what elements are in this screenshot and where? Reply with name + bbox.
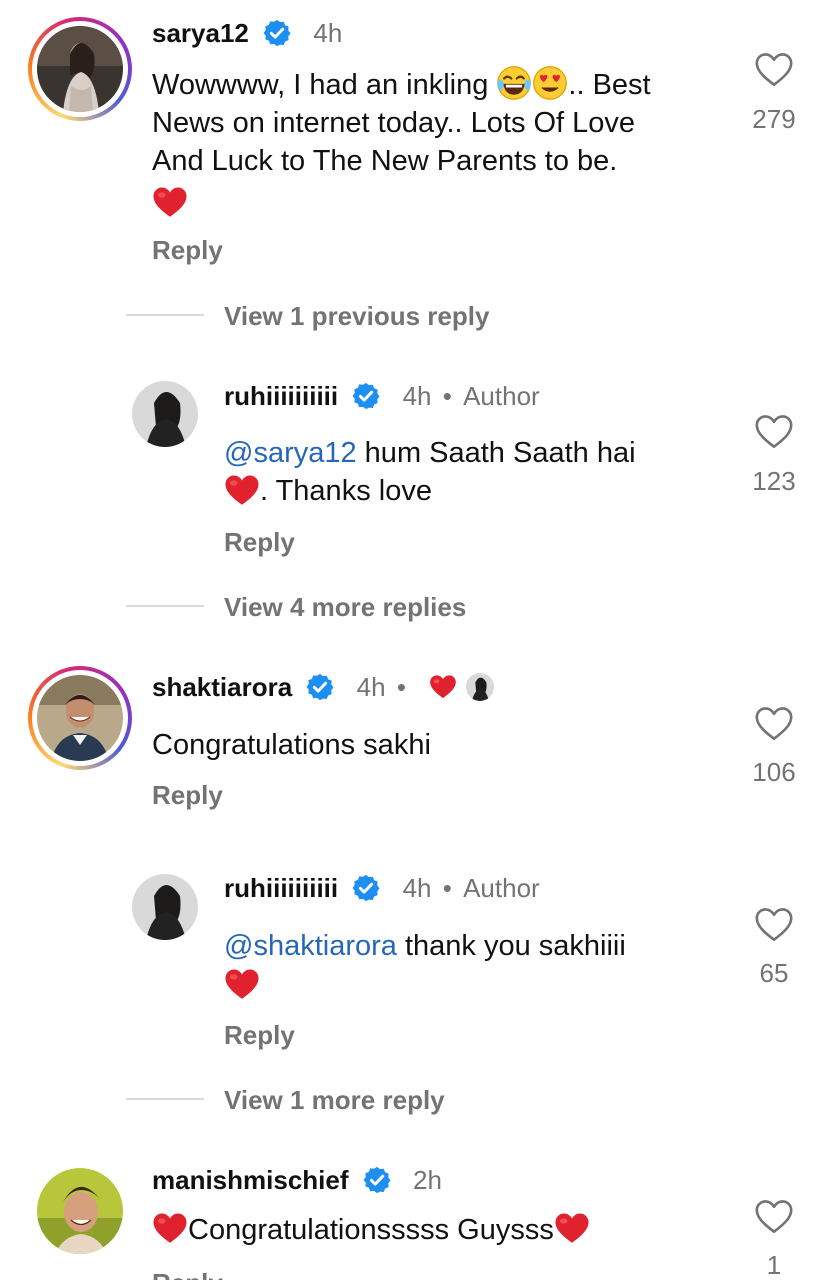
avatar[interactable] bbox=[37, 26, 123, 112]
comment-time: 2h bbox=[412, 1165, 442, 1195]
verified-badge-icon bbox=[351, 381, 381, 411]
avatar[interactable] bbox=[132, 381, 198, 447]
like-heart-icon[interactable] bbox=[754, 414, 794, 450]
avatar[interactable] bbox=[37, 675, 123, 761]
separator-dot: • bbox=[442, 381, 452, 411]
verified-badge-icon bbox=[262, 18, 292, 48]
reply-button[interactable]: Reply bbox=[152, 1268, 272, 1280]
like-count: 279 bbox=[752, 104, 796, 134]
comment-username[interactable]: manishmischief 2h bbox=[152, 1165, 442, 1196]
like-count: 65 bbox=[759, 958, 789, 988]
avatar[interactable] bbox=[132, 874, 198, 940]
like-heart-icon[interactable] bbox=[754, 907, 794, 943]
comment-time: 4h bbox=[356, 672, 386, 702]
red-heart-emoji-icon bbox=[224, 968, 260, 1001]
like-count: 123 bbox=[752, 466, 796, 496]
like-heart-icon[interactable] bbox=[754, 52, 794, 88]
comment-text: @shaktiarora thank you sakhiiii bbox=[224, 927, 724, 1003]
red-heart-emoji-icon bbox=[152, 186, 188, 219]
separator-dot: • bbox=[442, 873, 452, 903]
comment-time: 4h bbox=[313, 18, 343, 48]
comment-time: 4h bbox=[402, 381, 432, 411]
avatar[interactable] bbox=[37, 1168, 123, 1254]
reply-button[interactable]: Reply bbox=[224, 527, 295, 558]
reply-button[interactable]: Reply bbox=[152, 780, 223, 811]
reply-button-clip: Reply bbox=[152, 1262, 272, 1280]
comment-text: Congratulations sakhi bbox=[152, 729, 431, 761]
like-heart-icon[interactable] bbox=[754, 1199, 794, 1235]
verified-badge-icon bbox=[305, 672, 335, 702]
view-replies-button[interactable]: View 1 previous reply bbox=[224, 301, 489, 332]
red-heart-emoji-icon bbox=[152, 1212, 188, 1245]
laughing-emoji-icon bbox=[496, 65, 532, 101]
comment-username[interactable]: ruhiiiiiiiiii 4h • Author bbox=[224, 381, 540, 412]
reply-button[interactable]: Reply bbox=[152, 235, 223, 266]
comment-text: Wowwww, I had an inkling .. Best News on… bbox=[152, 66, 732, 219]
comment-username[interactable]: ruhiiiiiiiiii 4h • Author bbox=[224, 873, 540, 904]
like-count: 1 bbox=[766, 1250, 782, 1280]
mention-link[interactable]: @sarya12 bbox=[224, 437, 357, 469]
comment-text: Congratulationsssss Guysss bbox=[152, 1211, 722, 1249]
view-replies-button[interactable]: View 4 more replies bbox=[224, 592, 466, 623]
mention-link[interactable]: @shaktiarora bbox=[224, 930, 397, 962]
red-heart-emoji-icon bbox=[224, 474, 260, 507]
verified-badge-icon bbox=[351, 873, 381, 903]
view-replies-button[interactable]: View 1 more reply bbox=[224, 1085, 445, 1116]
like-count: 106 bbox=[752, 757, 796, 787]
reply-button[interactable]: Reply bbox=[224, 1020, 295, 1051]
separator-dot: • bbox=[396, 672, 406, 702]
comment-text: @sarya12 hum Saath Saath hai . Thanks lo… bbox=[224, 437, 636, 507]
comment-username[interactable]: shaktiarora 4h • bbox=[152, 672, 495, 703]
heart-eyes-emoji-icon bbox=[532, 65, 568, 101]
author-label: Author bbox=[463, 873, 540, 903]
author-mini-avatar bbox=[466, 673, 495, 702]
replies-divider bbox=[126, 605, 204, 607]
red-heart-emoji-icon bbox=[554, 1212, 590, 1245]
liked-by-author-heart-icon bbox=[429, 674, 457, 700]
replies-divider bbox=[126, 1098, 204, 1100]
like-heart-icon[interactable] bbox=[754, 706, 794, 742]
comment-time: 4h bbox=[402, 873, 432, 903]
verified-badge-icon bbox=[362, 1165, 392, 1195]
replies-divider bbox=[126, 314, 204, 316]
author-label: Author bbox=[463, 381, 540, 411]
comment-username[interactable]: sarya12 4h bbox=[152, 18, 342, 49]
